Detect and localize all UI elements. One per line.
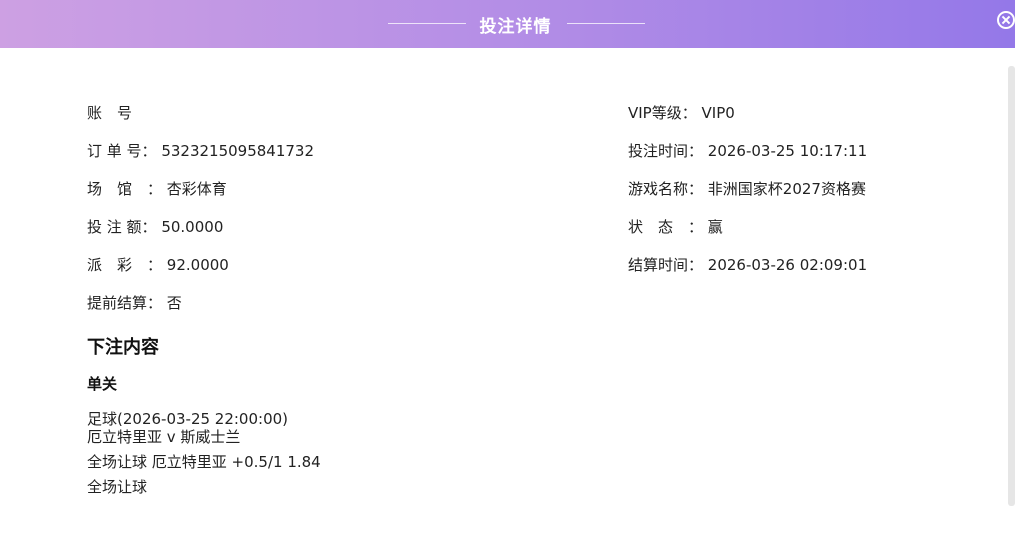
match-teams: 厄立特里亚 v 斯威士兰 xyxy=(87,428,241,446)
dialog-header: 投注详情 xyxy=(0,0,1015,48)
bet-type-heading: 单关 xyxy=(87,375,118,393)
early-settlement-label: 提前结算： xyxy=(87,294,163,312)
status-value: 赢 xyxy=(707,218,723,236)
venue-row: 场 馆 ： 杏彩体育 xyxy=(87,180,227,198)
game-name-row: 游戏名称： 非洲国家杯2027资格赛 xyxy=(628,180,866,198)
title-divider-right xyxy=(567,23,645,24)
payout-value: 92.0000 xyxy=(166,256,229,274)
venue-label: 场 馆 ： xyxy=(87,180,163,198)
venue-value: 杏彩体育 xyxy=(166,180,227,198)
early-settlement-row: 提前结算： 否 xyxy=(87,294,182,312)
bet-amount-row: 投 注 额： 50.0000 xyxy=(87,218,223,236)
account-row: 账 号 xyxy=(87,104,137,122)
game-name-value: 非洲国家杯2027资格赛 xyxy=(707,180,866,198)
close-icon[interactable] xyxy=(997,11,1015,29)
vip-level-label: VIP等级： xyxy=(628,104,697,122)
settlement-time-label: 结算时间： xyxy=(628,256,704,274)
bet-selection: 全场让球 厄立特里亚 +0.5/1 1.84 xyxy=(87,453,321,471)
dialog-title: 投注详情 xyxy=(479,17,552,37)
scrollbar[interactable] xyxy=(1008,66,1015,506)
account-label: 账 号 xyxy=(87,104,133,122)
match-datetime: 足球(2026-03-25 22:00:00) xyxy=(87,410,289,428)
payout-label: 派 彩 ： xyxy=(87,256,163,274)
order-number-value: 5323215095841732 xyxy=(161,142,315,160)
settlement-time-row: 结算时间： 2026-03-26 02:09:01 xyxy=(628,256,867,274)
status-label: 状 态 ： xyxy=(628,218,704,236)
settlement-time-value: 2026-03-26 02:09:01 xyxy=(707,256,868,274)
game-name-label: 游戏名称： xyxy=(628,180,704,198)
status-row: 状 态 ： 赢 xyxy=(628,218,723,236)
bet-market: 全场让球 xyxy=(87,478,148,496)
vip-level-value: VIP0 xyxy=(701,104,735,122)
bet-amount-value: 50.0000 xyxy=(161,218,224,236)
bet-content-heading: 下注内容 xyxy=(87,337,159,358)
order-number-label: 订 单 号： xyxy=(87,142,157,160)
bet-time-value: 2026-03-25 10:17:11 xyxy=(707,142,868,160)
order-number-row: 订 单 号： 5323215095841732 xyxy=(87,142,314,160)
bet-amount-label: 投 注 额： xyxy=(87,218,157,236)
payout-row: 派 彩 ： 92.0000 xyxy=(87,256,229,274)
early-settlement-value: 否 xyxy=(166,294,182,312)
bet-time-label: 投注时间： xyxy=(628,142,704,160)
bet-time-row: 投注时间： 2026-03-25 10:17:11 xyxy=(628,142,867,160)
vip-level-row: VIP等级： VIP0 xyxy=(628,104,735,122)
